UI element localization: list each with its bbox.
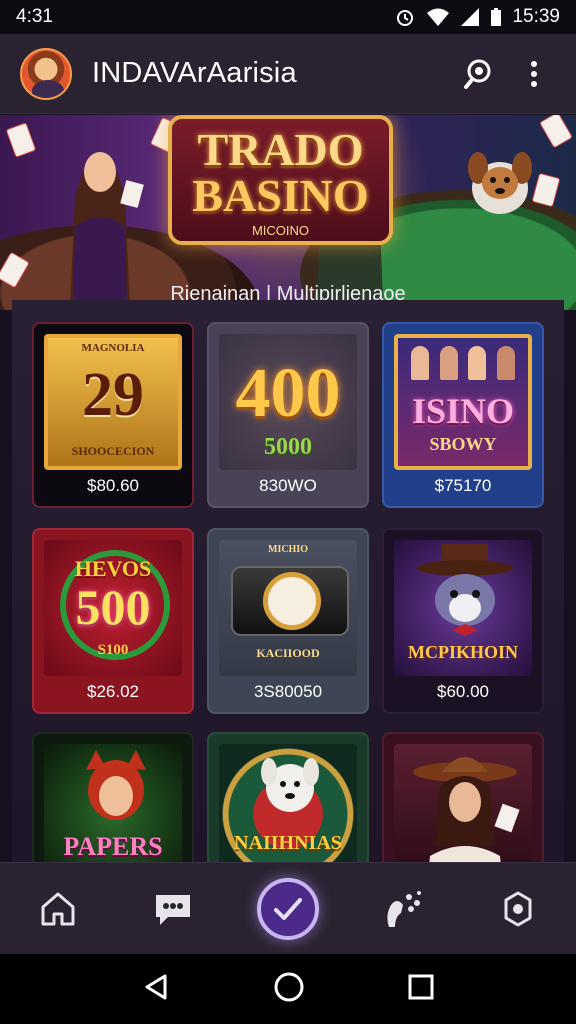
recents-icon: [408, 974, 434, 999]
nav-home[interactable]: [23, 874, 93, 944]
promo-banner[interactable]: TRADO BASINO MICOINO Rienainan | Multipi…: [0, 115, 576, 310]
art-sub-text: KACIIOOD: [256, 646, 320, 660]
art-sub-text: MCPIKHOIN: [408, 642, 518, 662]
banner-logo-line3: MICOINO: [251, 223, 310, 238]
card-decoration: [538, 115, 574, 149]
game-tile[interactable]: ISINO SBOWY $75170: [382, 322, 544, 508]
game-tile-art: 400 5000: [219, 334, 357, 470]
art-main-text: 500: [75, 579, 151, 635]
nav-check[interactable]: [253, 874, 323, 944]
game-price: 3S80050: [253, 682, 323, 701]
back-button[interactable]: [141, 972, 171, 1007]
nav-chat[interactable]: [138, 874, 208, 944]
nav-gestures[interactable]: [368, 874, 438, 944]
game-price: $80.60: [87, 476, 139, 495]
search-button[interactable]: [458, 52, 502, 96]
game-tile-art: HEVOS 500 S100: [44, 540, 182, 676]
cowgirl-illustration: [413, 757, 520, 876]
status-clock: 15:39: [512, 6, 560, 27]
art-top-text: MICHIO: [268, 544, 308, 555]
game-tile-art: MAGNOLIA 29 SHOOCECION: [44, 334, 182, 470]
art-main-text: 29: [82, 361, 144, 429]
dog-illustration: [468, 152, 532, 214]
recents-button[interactable]: [407, 973, 435, 1006]
game-price: $60.00: [437, 682, 489, 701]
app-bar: INDAVArAarisia: [0, 34, 576, 114]
art-sub-text: 5000: [264, 434, 312, 460]
battery-icon: [491, 8, 502, 26]
app-title: INDAVArAarisia: [92, 57, 297, 89]
status-time: 4:31: [16, 6, 53, 27]
game-tile-art: ISINO SBOWY: [394, 334, 532, 470]
fox-girl-illustration: [86, 750, 146, 820]
banner-logo-line2: BASINO: [192, 170, 369, 221]
wifi-icon: [427, 8, 450, 26]
game-tile-art: MCPIKHOIN: [394, 540, 532, 676]
dog-illustration: [261, 758, 319, 812]
more-button[interactable]: [512, 52, 556, 96]
art-sub-text: SBOWY: [429, 434, 497, 454]
signal-icon: [461, 8, 480, 26]
banner-logo: TRADO BASINO MICOINO: [168, 115, 393, 245]
art-main-text: NAIIHNIAS: [234, 832, 342, 854]
clock-illustration: [263, 572, 321, 630]
game-tile[interactable]: HEVOS 500 S100 $26.02: [32, 528, 194, 714]
game-tile[interactable]: MAGNOLIA 29 SHOOCECION $80.60: [32, 322, 194, 508]
game-grid: MAGNOLIA 29 SHOOCECION $80.60 400 5000 8…: [12, 300, 564, 882]
bottom-nav: [0, 862, 576, 954]
home-system-button[interactable]: [273, 971, 305, 1008]
game-price: 830WO: [259, 476, 317, 495]
art-main-text: 400: [235, 355, 341, 432]
screen: 4:31 15:39 INDAVArAarisia TRADO BASINO M…: [0, 0, 576, 1024]
art-sub-text: SHOOCECION: [71, 444, 155, 458]
game-tile[interactable]: NAIIHNIAS: [207, 732, 369, 882]
game-tile[interactable]: PAPERS: [32, 732, 194, 882]
art-main-text: PAPERS: [63, 832, 163, 861]
search-icon: [464, 59, 491, 89]
game-tile[interactable]: MICHIO KACIIOOD 3S80050: [207, 528, 369, 714]
circle-home-icon: [274, 972, 304, 1001]
nav-center-button[interactable]: [256, 877, 319, 940]
game-tile-art: MICHIO KACIIOOD: [219, 540, 357, 676]
card-decoration: [5, 122, 37, 158]
status-icons: 15:39: [394, 6, 560, 28]
game-price: $75170: [434, 476, 492, 495]
nav-settings[interactable]: [483, 874, 553, 944]
back-icon: [145, 974, 167, 999]
settings-icon: [504, 891, 532, 926]
art-top-text: MAGNOLIA: [81, 342, 145, 354]
art-main-text: ISINO: [411, 391, 515, 431]
art-sub-text: S100: [97, 642, 129, 658]
avatar[interactable]: [20, 47, 72, 100]
briefcase-illustration: [231, 566, 349, 636]
game-price: $26.02: [87, 682, 139, 701]
game-tile[interactable]: MCPIKHOIN $60.00: [382, 528, 544, 714]
chat-icon: [155, 894, 190, 925]
system-nav: [0, 954, 576, 1024]
gestures-icon: [387, 890, 422, 927]
characters-row: [406, 346, 520, 382]
home-icon: [41, 892, 75, 925]
dog-in-hat-illustration: [417, 544, 513, 636]
check-icon: [273, 897, 302, 920]
game-tile[interactable]: [382, 732, 544, 882]
status-bar: 4:31 15:39: [0, 0, 576, 34]
more-vert-icon: [531, 60, 537, 87]
alarm-icon: [397, 10, 414, 26]
banner-logo-line1: TRADO: [197, 124, 364, 175]
game-tile[interactable]: 400 5000 830WO: [207, 322, 369, 508]
woman-illustration: [70, 152, 144, 307]
